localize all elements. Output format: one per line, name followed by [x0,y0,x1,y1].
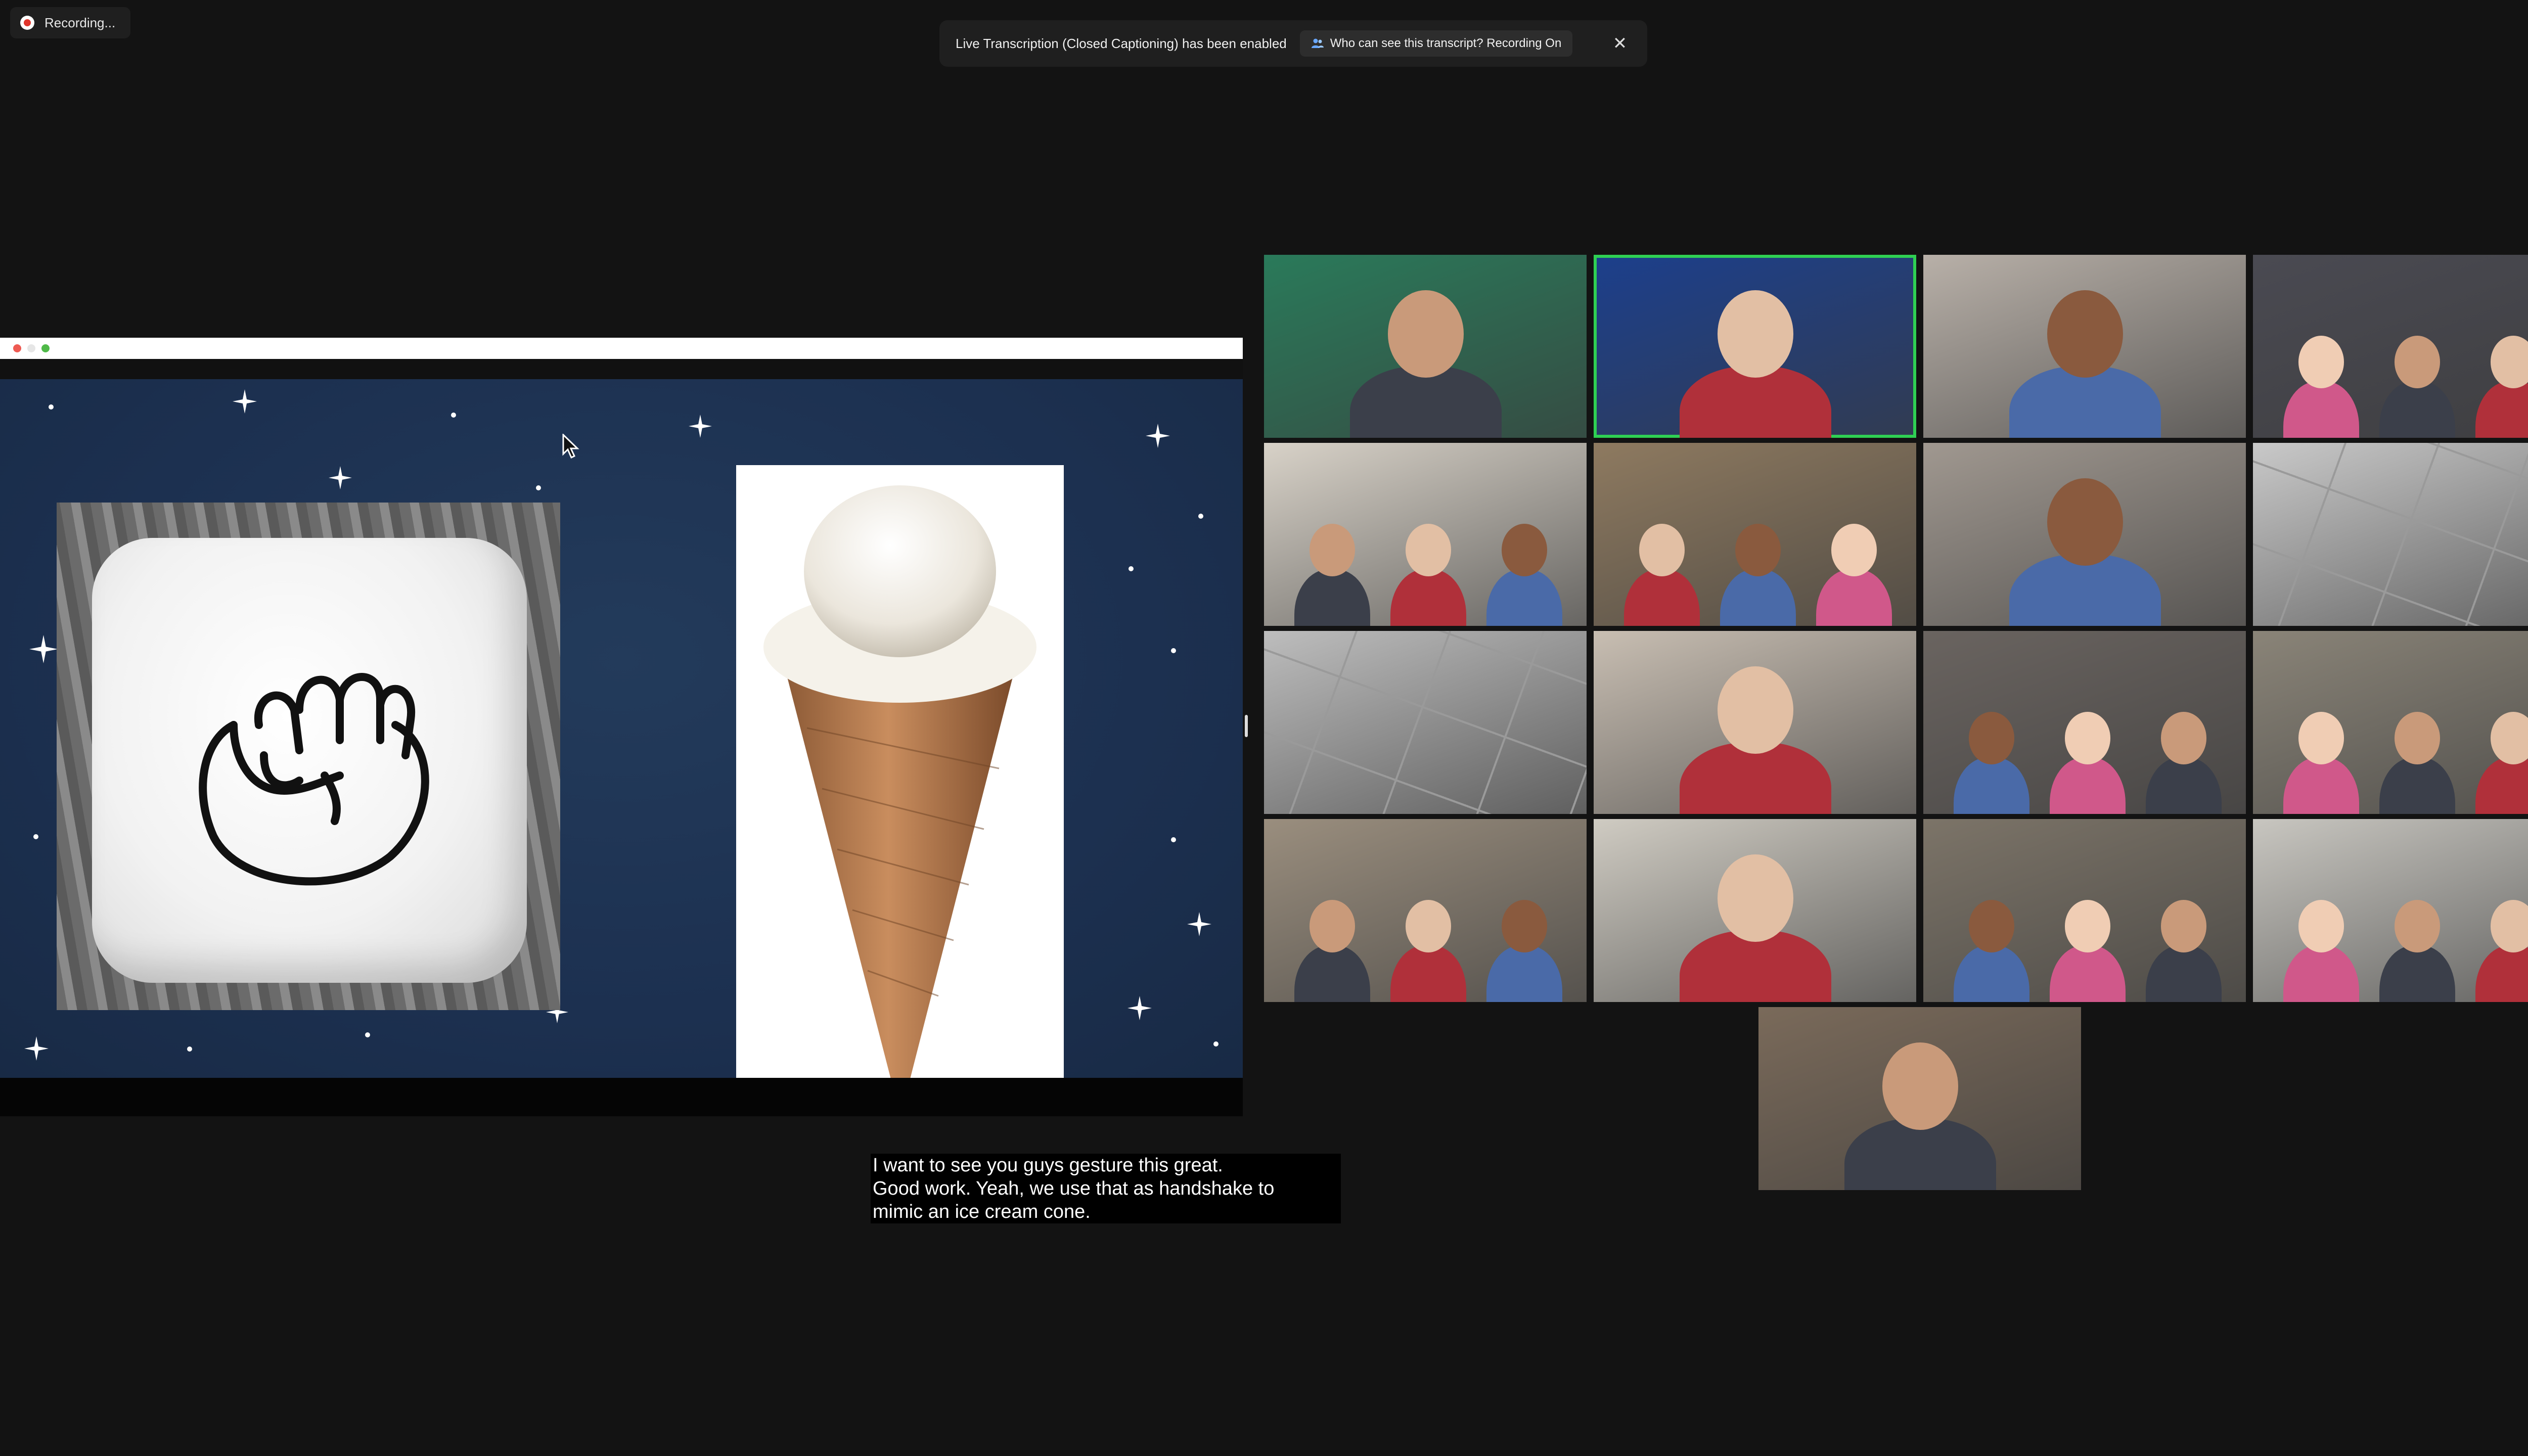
slide-content [0,379,1243,1078]
participant-silhouette [2283,945,2359,1002]
shared-screen [0,338,1243,1116]
participant-silhouette [1720,569,1796,626]
sign-dice-image [57,503,560,1010]
banner-message: Live Transcription (Closed Captioning) h… [956,35,1287,51]
participant-video-tile[interactable] [1594,819,1916,1002]
participant-video-tile[interactable] [1264,631,1587,814]
participant-silhouette [2146,945,2222,1002]
participant-video-tile[interactable] [1264,819,1587,1002]
sparkle-icon [1187,912,1211,936]
participant-video-tile[interactable] [1594,443,1916,626]
recording-indicator[interactable]: Recording... [10,7,131,38]
split-view-handle[interactable] [1245,715,1248,737]
caption-line: I want to see you guys gesture this grea… [871,1154,1341,1177]
transcription-banner: Live Transcription (Closed Captioning) h… [939,20,1647,67]
sparkle-icon [29,635,58,663]
participant-silhouette [2283,757,2359,814]
window-minimize-dot [27,344,35,352]
participant-silhouette [2475,945,2528,1002]
participant-video-tile[interactable] [1594,631,1916,814]
sparkle-icon [1127,996,1152,1020]
window-close-dot [13,344,21,352]
participant-video-tile[interactable] [1264,255,1587,438]
record-icon [20,16,34,30]
participant-video-tile[interactable] [2253,443,2528,626]
sparkle-icon [233,389,257,414]
participant-video-tile[interactable] [1923,819,2246,1002]
participant-silhouette [1816,569,1892,626]
participant-silhouette [2050,757,2126,814]
caption-line: mimic an ice cream cone. [871,1200,1341,1223]
participant-silhouette [2475,757,2528,814]
participant-silhouette [2379,945,2455,1002]
ice-cream-cone-image [736,465,1064,1078]
close-icon[interactable]: ✕ [1605,33,1635,54]
participant-silhouette [1954,757,2029,814]
participant-silhouette [1954,945,2029,1002]
transcript-visibility-label: Who can see this transcript? Recording O… [1330,36,1562,50]
participant-silhouette [1624,569,1700,626]
participant-video-tile[interactable] [1594,255,1916,438]
participant-silhouette [2050,945,2126,1002]
recording-label: Recording... [44,15,116,30]
participant-video-tile[interactable] [2253,255,2528,438]
mouse-cursor-icon [562,434,579,459]
window-zoom-dot [41,344,50,352]
participant-silhouette [1390,569,1466,626]
participant-silhouette [2379,381,2455,438]
participant-silhouette [2283,381,2359,438]
sparkle-icon [329,466,352,489]
participant-silhouette [1390,945,1466,1002]
shared-window-titlebar [0,338,1243,359]
sparkle-icon [689,415,712,438]
transcript-visibility-button[interactable]: Who can see this transcript? Recording O… [1299,30,1573,57]
participant-silhouette [1294,945,1370,1002]
sparkle-icon [24,1036,49,1061]
ice-cream-icon [763,485,1036,1078]
participant-video-tile[interactable] [2253,631,2528,814]
people-icon [1311,38,1324,48]
participant-silhouette [2379,757,2455,814]
participant-video-tile[interactable] [1264,443,1587,626]
participant-video-tile[interactable] [1923,631,2246,814]
participant-video-tile[interactable] [2253,819,2528,1002]
participant-video-tile[interactable] [1758,1007,2081,1190]
participant-silhouette [1486,945,1562,1002]
participant-silhouette [1486,569,1562,626]
fist-handshape-icon [199,673,429,886]
sparkle-icon [1146,424,1170,448]
participant-silhouette [2146,757,2222,814]
live-caption: I want to see you guys gesture this grea… [871,1154,1341,1223]
caption-line: Good work. Yeah, we use that as handshak… [871,1177,1341,1200]
participant-silhouette [1294,569,1370,626]
participant-video-tile[interactable] [1923,255,2246,438]
participant-video-tile[interactable] [1923,443,2246,626]
participant-silhouette [2475,381,2528,438]
